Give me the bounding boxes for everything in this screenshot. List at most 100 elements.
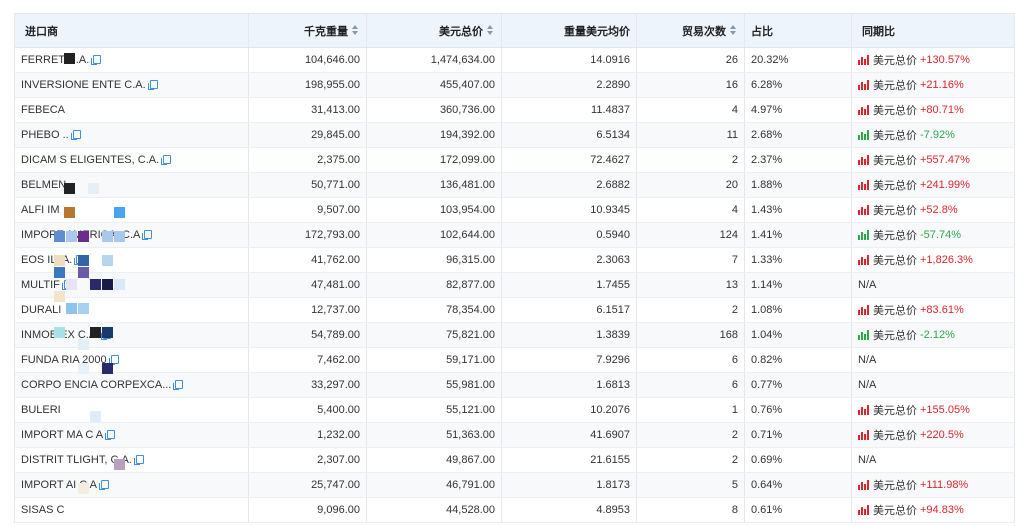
importer-name[interactable]: BELMEN [15, 173, 249, 197]
importer-name[interactable]: DURALI [15, 298, 249, 322]
weight-cell: 2,375.00 [249, 148, 367, 172]
header-trades[interactable]: 贸易次数 [637, 14, 745, 47]
importer-name[interactable]: FUNDA RIA 2000 [15, 348, 249, 372]
share-cell: 2.37% [745, 148, 852, 172]
trades-cell: 16 [637, 73, 745, 97]
importer-name[interactable]: PHEBO .. [15, 123, 249, 147]
importer-name[interactable]: INVERSIONE ENTE C.A. [15, 73, 249, 97]
weight-cell-text: 50,771.00 [311, 179, 360, 191]
copy-icon[interactable] [173, 379, 184, 390]
header-total-usd[interactable]: 美元总价 [367, 14, 502, 47]
weight-cell: 5,400.00 [249, 398, 367, 422]
sort-icon[interactable] [730, 25, 738, 36]
weight-cell: 2,307.00 [249, 448, 367, 472]
importer-name[interactable]: MULTIF [15, 273, 249, 297]
header-yoy-label: 同期比 [862, 25, 895, 38]
importer-name[interactable]: CORPO ENCIA CORPEXCA... [15, 373, 249, 397]
unit-price-cell-text: 2.2890 [596, 79, 630, 91]
yoy-trend: 美元总价 +557.47% [858, 152, 970, 168]
trades-cell-text: 20 [725, 179, 738, 191]
share-cell: 1.14% [745, 273, 852, 297]
mosaic-block [114, 279, 125, 290]
trend-down-icon [858, 330, 870, 340]
yoy-value: +130.57% [920, 54, 970, 66]
copy-icon[interactable] [142, 229, 153, 240]
trend-up-icon [858, 480, 870, 490]
total-usd-cell-text: 46,791.00 [446, 479, 495, 491]
importer-name[interactable]: ALFI IM [15, 198, 249, 222]
yoy-cell: 美元总价 +241.99% [852, 173, 1015, 197]
total-usd-cell: 44,528.00 [367, 498, 502, 522]
importer-name[interactable]: DISTRIT TLIGHT, C.A. [15, 448, 249, 472]
trades-cell: 6 [637, 348, 745, 372]
table-row: IMPORT AI C A 25,747.00 46,791.00 1.8173 5 0.… [15, 473, 1015, 498]
share-cell-text: 1.04% [751, 329, 783, 341]
weight-cell: 9,096.00 [249, 498, 367, 522]
header-yoy: 同期比 [852, 14, 1015, 47]
total-usd-cell: 360,736.00 [367, 98, 502, 122]
importer-name[interactable]: EOS ILI A. [15, 248, 249, 272]
total-usd-cell: 96,315.00 [367, 248, 502, 272]
mosaic-block [78, 363, 89, 374]
yoy-cell: N/A [852, 373, 1015, 397]
yoy-value: +21.16% [920, 79, 964, 91]
importer-name[interactable]: INMOB EX C.A. [15, 323, 249, 347]
weight-cell: 9,507.00 [249, 198, 367, 222]
yoy-label: 美元总价 [873, 230, 917, 242]
trades-cell: 4 [637, 198, 745, 222]
copy-icon[interactable] [105, 429, 116, 440]
share-cell: 1.08% [745, 298, 852, 322]
yoy-cell: N/A [852, 448, 1015, 472]
importer-name-text: CORPO ENCIA CORPEXCA... [21, 379, 172, 391]
header-total-usd-label: 美元总价 [439, 25, 483, 38]
table-row: SISAS C 9,096.00 44,528.00 4.8953 8 0.61% 美元总价… [15, 498, 1015, 523]
weight-cell-text: 2,307.00 [317, 454, 360, 466]
share-cell-text: 0.77% [751, 379, 783, 391]
share-cell: 20.32% [745, 48, 852, 72]
unit-price-cell-text: 4.8953 [596, 504, 630, 516]
unit-price-cell-text: 2.3063 [596, 254, 630, 266]
importer-name[interactable]: DICAM S ELIGENTES, C.A. [15, 148, 249, 172]
weight-cell-text: 1,232.00 [317, 429, 360, 441]
trend-up-icon [858, 180, 870, 190]
copy-icon[interactable] [133, 454, 144, 465]
unit-price-cell-text: 1.6813 [596, 379, 630, 391]
mosaic-block [90, 279, 101, 290]
copy-icon[interactable] [91, 54, 102, 65]
importer-name[interactable]: SISAS C [15, 498, 249, 522]
sort-icon[interactable] [352, 25, 360, 36]
importer-name[interactable]: FERRET C.A. [15, 48, 249, 72]
copy-icon[interactable] [161, 154, 172, 165]
trend-up-icon [858, 430, 870, 440]
share-cell: 0.76% [745, 398, 852, 422]
share-cell: 0.77% [745, 373, 852, 397]
importer-name[interactable]: BULERI [15, 398, 249, 422]
mosaic-block [102, 327, 113, 338]
importer-table: 进口商 千克重量 美元总价 重量美元均价 贸易次数 占比 同期比 FERRET … [14, 13, 1015, 523]
header-unit-price: 重量美元均价 [502, 14, 637, 47]
trades-cell: 13 [637, 273, 745, 297]
trades-cell: 20 [637, 173, 745, 197]
copy-icon[interactable] [99, 479, 110, 490]
table-body: FERRET C.A. 104,646.00 1,474,634.00 14.0916… [15, 48, 1015, 523]
total-usd-cell: 78,354.00 [367, 298, 502, 322]
unit-price-cell: 1.7455 [502, 273, 637, 297]
yoy-value: +1,826.3% [920, 254, 973, 266]
yoy-trend: 美元总价 +130.57% [858, 52, 970, 68]
yoy-cell: 美元总价 +130.57% [852, 48, 1015, 72]
importer-name[interactable]: IMPORT MA C A [15, 423, 249, 447]
header-weight[interactable]: 千克重量 [249, 14, 367, 47]
trades-cell-text: 2 [731, 154, 738, 166]
sort-icon[interactable] [487, 25, 495, 36]
importer-name[interactable]: IMPORT AI C A [15, 473, 249, 497]
copy-icon[interactable] [70, 129, 81, 140]
mosaic-block [102, 363, 113, 374]
unit-price-cell-text: 21.6155 [590, 454, 630, 466]
importer-name[interactable]: IMPORT AMERICA, C.A [15, 223, 249, 247]
importer-name[interactable]: FEBECA [15, 98, 249, 122]
mosaic-block [78, 339, 89, 350]
yoy-label: 美元总价 [873, 80, 917, 92]
yoy-value: +94.83% [920, 504, 964, 516]
copy-icon[interactable] [147, 79, 158, 90]
mosaic-block [102, 231, 113, 242]
